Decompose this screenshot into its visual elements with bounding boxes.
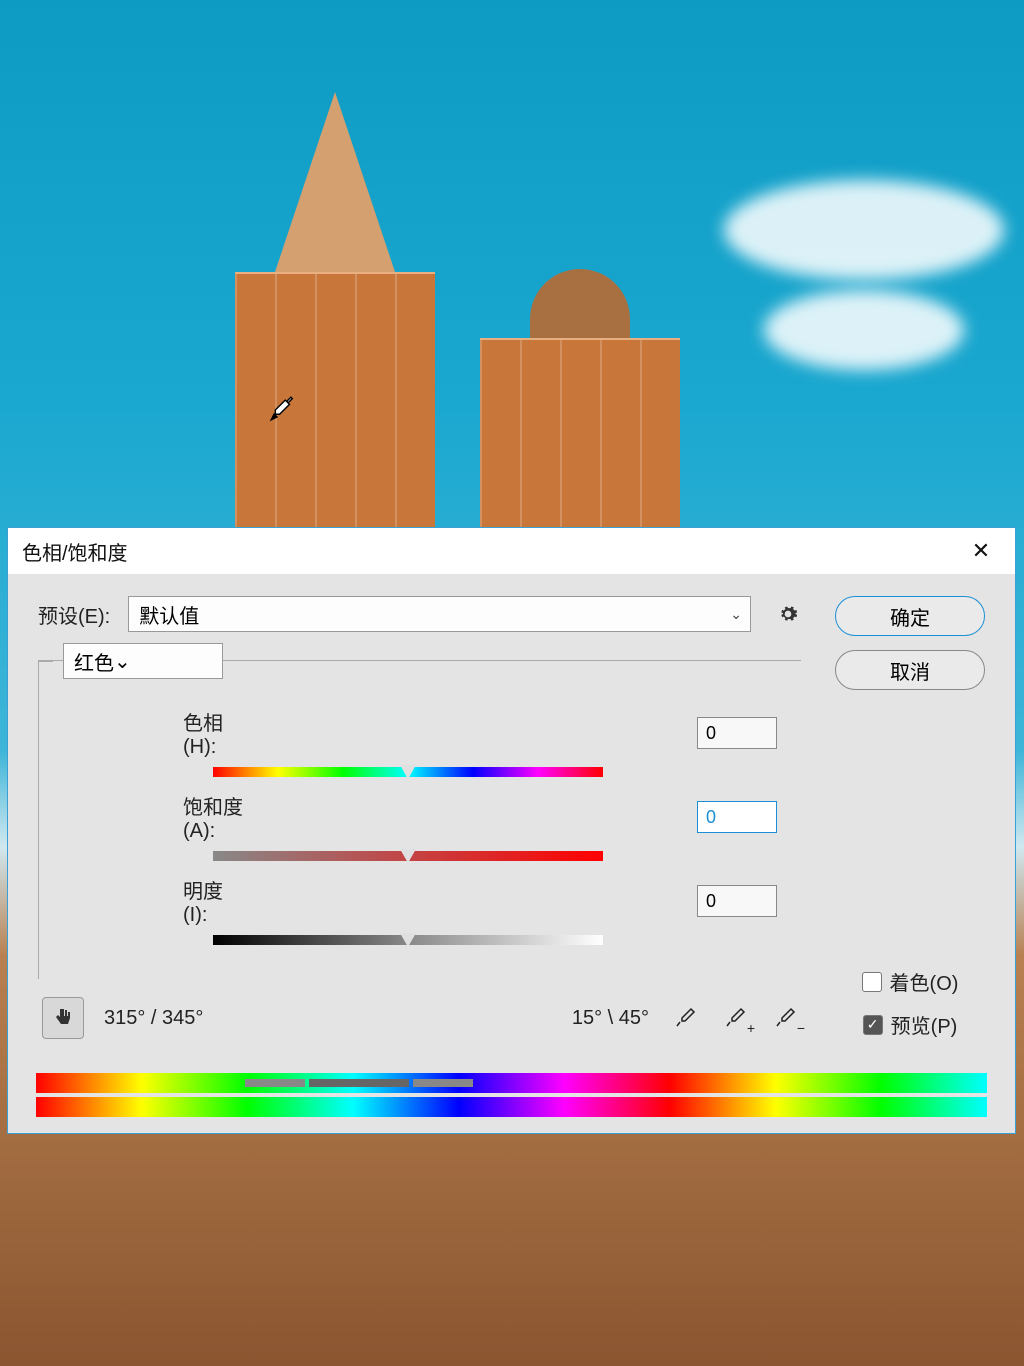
lightness-input[interactable]: 0 (697, 885, 777, 917)
slider-thumb[interactable] (400, 765, 416, 779)
ok-button[interactable]: 确定 (835, 596, 985, 636)
eyedropper-icon[interactable] (669, 1002, 701, 1034)
saturation-slider[interactable] (213, 851, 603, 861)
range-left-text: 315° / 345° (104, 1007, 203, 1030)
preset-label: 预设(E): (38, 600, 110, 629)
preview-checkbox[interactable]: ✓ (863, 1015, 883, 1035)
close-button[interactable]: ✕ (961, 531, 1001, 571)
hue-input[interactable]: 0 (697, 717, 777, 749)
color-range-dropdown[interactable]: 红色 ⌄ (63, 643, 223, 679)
chevron-down-icon: ⌄ (114, 649, 131, 674)
dialog-titlebar[interactable]: 色相/饱和度 ✕ (8, 528, 1015, 574)
slider-thumb[interactable] (400, 849, 416, 863)
eyedropper-add-icon[interactable]: + (719, 1002, 751, 1034)
saturation-label: 饱和度(A): (63, 791, 243, 843)
lightness-slider[interactable] (213, 935, 603, 945)
tower-decoration (235, 56, 435, 536)
range-markers[interactable] (245, 1073, 625, 1093)
colorize-checkbox[interactable] (862, 972, 882, 992)
colorize-label: 着色(O) (890, 967, 959, 996)
cloud-decoration (724, 180, 1004, 280)
range-right-text: 15° \ 45° (572, 1007, 649, 1030)
cancel-button[interactable]: 取消 (835, 650, 985, 690)
preset-value: 默认值 (139, 600, 199, 629)
spectrum-bottom (36, 1097, 987, 1117)
preview-label: 预览(P) (891, 1010, 958, 1039)
gear-icon[interactable] (775, 601, 801, 627)
preview-checkbox-row[interactable]: ✓ 预览(P) (863, 1010, 958, 1039)
spectrum-bars (36, 1073, 987, 1117)
colorize-checkbox-row[interactable]: 着色(O) (862, 967, 959, 996)
hue-label: 色相(H): (63, 707, 243, 759)
hue-saturation-dialog: 色相/饱和度 ✕ 预设(E): 默认值 ⌄ 红色 ⌄ (7, 527, 1016, 1134)
spectrum-top[interactable] (36, 1073, 987, 1093)
chevron-down-icon: ⌄ (730, 606, 742, 623)
slider-thumb[interactable] (400, 933, 416, 947)
preset-dropdown[interactable]: 默认值 ⌄ (128, 596, 751, 632)
color-range-value: 红色 (74, 647, 114, 676)
cloud-decoration (764, 290, 964, 370)
scrubby-hand-button[interactable] (42, 997, 84, 1039)
eyedropper-cursor (264, 393, 298, 427)
saturation-input[interactable]: 0 (697, 801, 777, 833)
dialog-title: 色相/饱和度 (22, 537, 128, 566)
eyedropper-subtract-icon[interactable]: − (769, 1002, 801, 1034)
lightness-label: 明度(I): (63, 875, 243, 927)
hue-slider[interactable] (213, 767, 603, 777)
tower-decoration (480, 176, 680, 536)
